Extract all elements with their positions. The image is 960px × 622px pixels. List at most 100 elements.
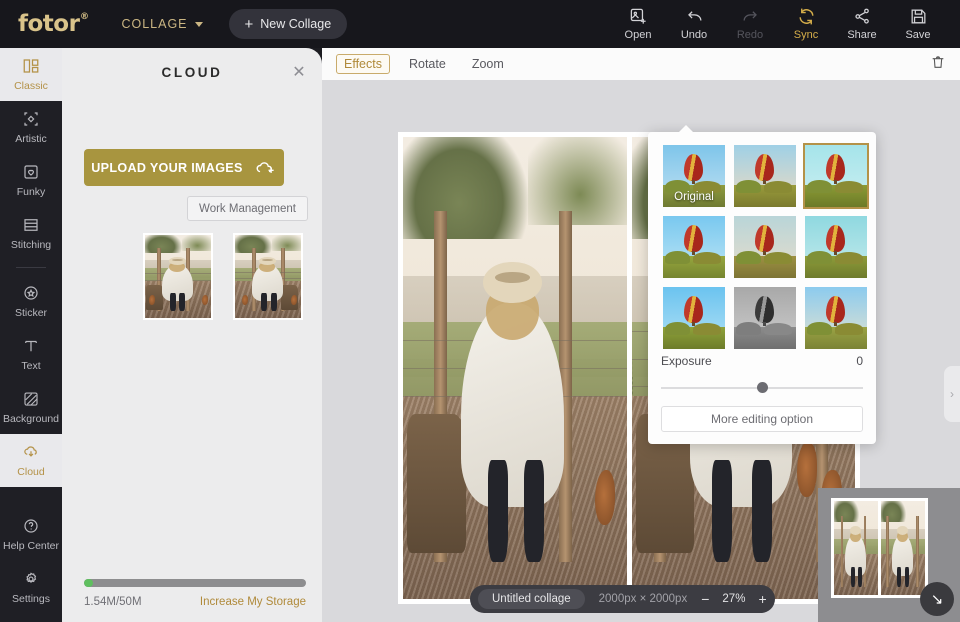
sidebar-item-label: Funky [17, 187, 46, 199]
more-editing-label: More editing option [711, 412, 813, 426]
cloud-thumbnail-2[interactable] [233, 233, 303, 320]
sidebar-item-label: Artistic [15, 134, 47, 146]
sidebar-divider [16, 267, 46, 268]
save-label: Save [905, 29, 930, 41]
project-name-field[interactable]: Untitled collage [478, 589, 585, 609]
question-circle-icon [22, 517, 40, 538]
cloud-panel: CLOUD ✕ UPLOAD YOUR IMAGES Work Manageme… [62, 48, 322, 622]
photo-art [235, 235, 301, 318]
text-t-icon [22, 337, 40, 358]
tab-label: Rotate [409, 57, 446, 71]
sidebar-item-label: Sticker [15, 308, 47, 320]
sidebar-item-settings[interactable]: Settings [0, 561, 62, 614]
save-icon [909, 7, 928, 26]
sidebar-item-cloud[interactable]: Cloud [0, 434, 62, 487]
zoom-controls: − 27% + [701, 592, 766, 606]
exposure-row: Exposure 0 [661, 354, 863, 368]
open-button[interactable]: Open [610, 7, 666, 41]
sidebar-item-text[interactable]: Text [0, 328, 62, 381]
sidebar-item-funky[interactable]: Funky [0, 154, 62, 207]
effects-preset-grid: Original [661, 143, 869, 351]
new-collage-button[interactable]: + New Collage [229, 9, 348, 39]
tab-effects[interactable]: Effects [336, 54, 390, 74]
mode-dropdown-collage[interactable]: COLLAGE [121, 17, 202, 31]
fotor-collage-editor: fotor® COLLAGE + New Collage Open [0, 0, 960, 622]
sidebar-item-label: Background [3, 414, 59, 426]
exposure-slider[interactable] [661, 382, 863, 394]
minimap-collage[interactable] [831, 498, 928, 598]
more-editing-option-button[interactable]: More editing option [661, 406, 863, 432]
effect-preset-cyan[interactable] [803, 143, 869, 209]
share-button[interactable]: Share [834, 7, 890, 41]
increase-storage-link[interactable]: Increase My Storage [200, 596, 306, 608]
cloud-thumbnail-1[interactable] [143, 233, 213, 320]
right-panel-expander[interactable]: › [944, 366, 960, 422]
cloud-download-icon [22, 443, 40, 464]
exposure-value: 0 [856, 354, 863, 368]
zoom-in-button[interactable]: + [758, 592, 766, 606]
sidebar-item-sticker[interactable]: Sticker [0, 275, 62, 328]
sidebar-item-background[interactable]: Background [0, 381, 62, 434]
save-button[interactable]: Save [890, 7, 946, 41]
open-label: Open [625, 29, 652, 41]
arrow-down-right-icon: ↘ [931, 590, 944, 608]
sync-icon [797, 7, 816, 26]
collage-cell-left[interactable] [403, 137, 627, 599]
effect-preset-original[interactable]: Original [661, 143, 727, 209]
close-icon[interactable]: ✕ [290, 64, 308, 82]
work-management-label: Work Management [199, 203, 296, 215]
effect-preset-grayscale[interactable] [732, 285, 798, 351]
chevron-right-icon: › [950, 387, 954, 401]
sidebar-item-label: Settings [12, 594, 50, 606]
undo-button[interactable]: Undo [666, 7, 722, 41]
sync-button[interactable]: Sync [778, 7, 834, 41]
upload-your-images-button[interactable]: UPLOAD YOUR IMAGES [84, 149, 284, 186]
upload-label: UPLOAD YOUR IMAGES [91, 161, 242, 175]
share-icon [853, 7, 872, 26]
sidebar-item-label: Cloud [17, 467, 44, 479]
minimap-collapse-button[interactable]: ↘ [920, 582, 954, 616]
photo-art [834, 501, 878, 595]
sidebar-item-help-center[interactable]: Help Center [0, 508, 62, 561]
redo-button[interactable]: Redo [722, 7, 778, 41]
canvas-dimensions-label: 2000px × 2000px [599, 593, 688, 605]
sidebar-item-stitching[interactable]: Stitching [0, 207, 62, 260]
logo-text: fotor [18, 11, 79, 37]
plus-icon: + [245, 17, 254, 32]
photo-art [145, 235, 211, 318]
trash-icon[interactable] [930, 54, 946, 75]
chevron-down-icon [195, 22, 203, 27]
sidebar-item-classic[interactable]: Classic [0, 48, 62, 101]
storage-section: 1.54M/50M Increase My Storage [84, 579, 306, 608]
popover-arrow [678, 125, 694, 133]
cloud-thumbnail-list [143, 233, 303, 320]
undo-icon [685, 7, 704, 26]
tab-rotate[interactable]: Rotate [402, 55, 453, 73]
grid-blocks-icon [22, 57, 40, 78]
undo-label: Undo [681, 29, 707, 41]
zoom-out-button[interactable]: − [701, 592, 709, 606]
sidebar-item-label: Text [21, 361, 40, 373]
work-management-dropdown[interactable]: Work Management [187, 196, 308, 221]
open-image-icon [629, 7, 648, 26]
effect-preset-vivid[interactable] [661, 285, 727, 351]
storage-info-row: 1.54M/50M Increase My Storage [84, 596, 306, 608]
effect-preset-soft[interactable] [803, 285, 869, 351]
effect-preset-teal[interactable] [803, 214, 869, 280]
tab-zoom[interactable]: Zoom [465, 55, 511, 73]
sidebar-item-label: Help Center [3, 541, 59, 553]
redo-icon [741, 7, 760, 26]
mode-label: COLLAGE [121, 17, 187, 31]
minimap-cell-left [834, 501, 878, 595]
effect-preset-warm[interactable] [732, 143, 798, 209]
top-toolbar: fotor® COLLAGE + New Collage Open [0, 0, 960, 48]
diamond-frame-icon [22, 110, 40, 131]
sidebar-item-artistic[interactable]: Artistic [0, 101, 62, 154]
effect-preset-label: Original [663, 191, 725, 203]
fotor-logo[interactable]: fotor® [18, 11, 79, 37]
effect-preset-bright[interactable] [661, 214, 727, 280]
new-collage-label: New Collage [260, 17, 331, 31]
tab-label: Effects [344, 57, 382, 71]
slider-handle[interactable] [757, 382, 768, 393]
effect-preset-muted[interactable] [732, 214, 798, 280]
